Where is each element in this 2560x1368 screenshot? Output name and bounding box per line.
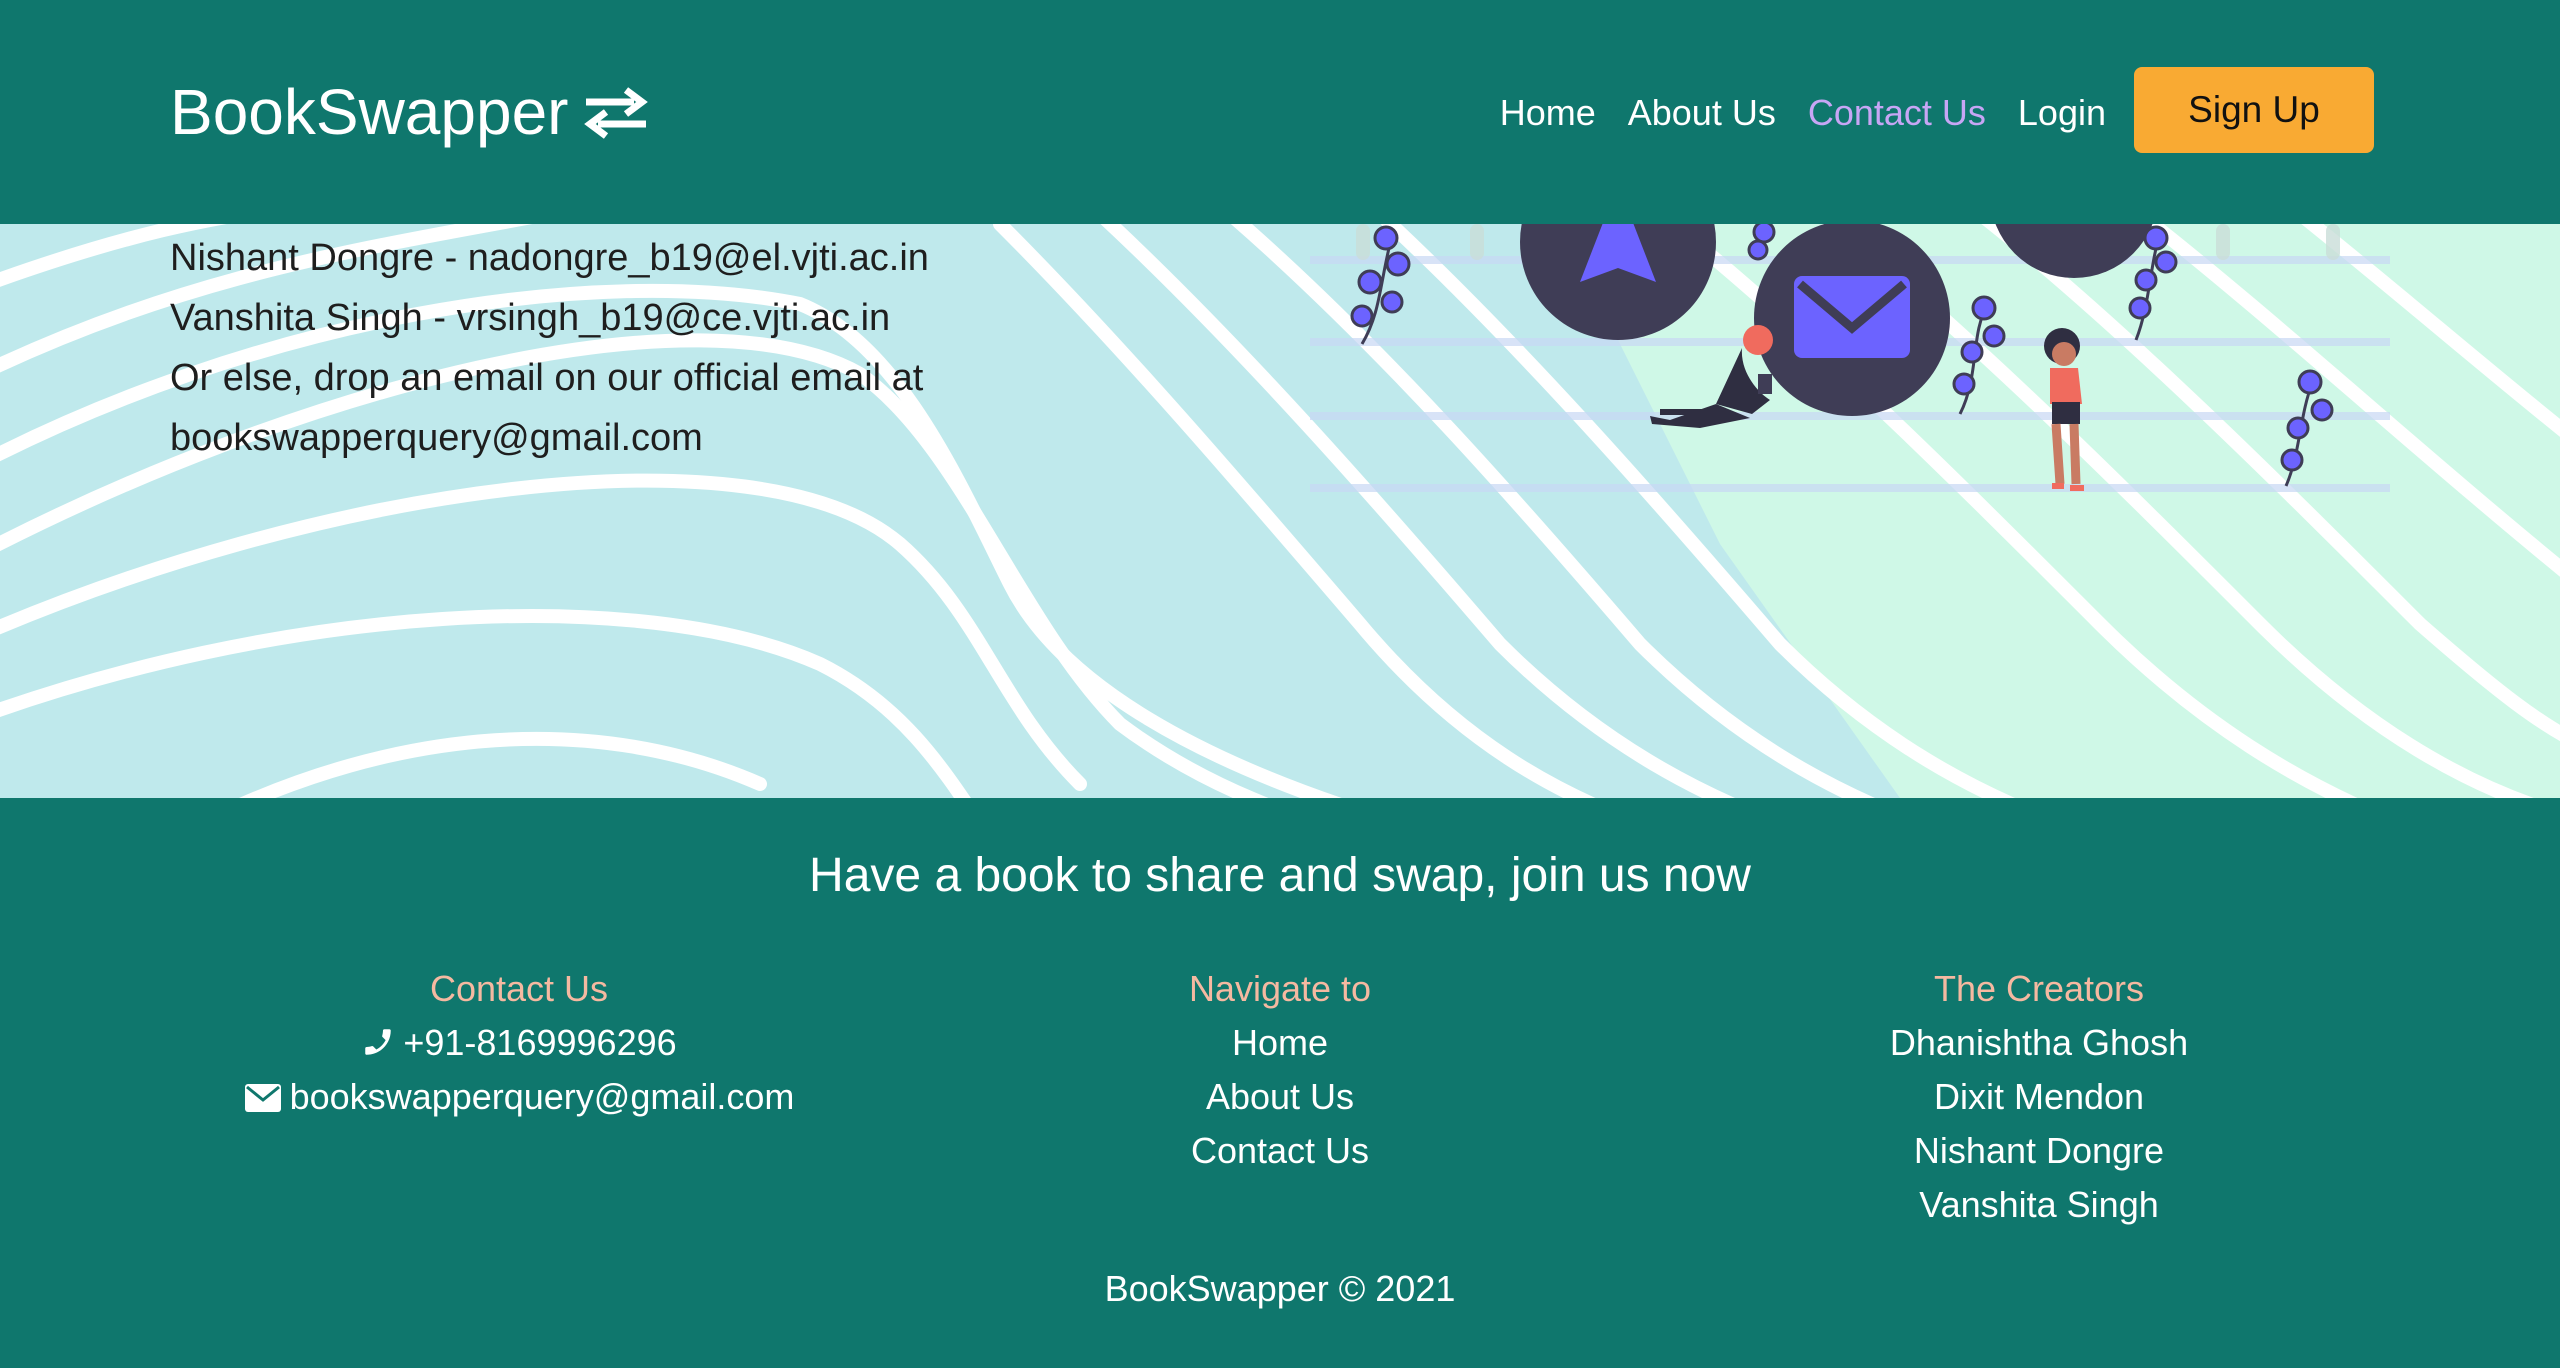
nav-link-contact[interactable]: Contact Us bbox=[1808, 92, 1986, 134]
signup-button[interactable]: Sign Up bbox=[2134, 67, 2374, 153]
copyright: BookSwapper © 2021 bbox=[1104, 1268, 1456, 1309]
swap-arrows-icon bbox=[584, 87, 649, 139]
brand-logo[interactable]: BookSwapper bbox=[170, 72, 650, 152]
contact-line-nishant: Nishant Dongre - nadongre_b19@el.vjti.ac… bbox=[170, 237, 929, 279]
navbar: BookSwapper Home About Us Contact Us Log… bbox=[0, 0, 2560, 224]
footer-phone[interactable]: +91-8169996296 bbox=[199, 1016, 839, 1070]
footer-contact-column: Contact Us +91-8169996296 bookswapperque… bbox=[199, 962, 839, 1124]
creator-name: Nishant Dongre bbox=[1913, 1130, 2165, 1171]
contact-line-vanshita: Vanshita Singh - vrsingh_b19@ce.vjti.ac.… bbox=[170, 297, 891, 339]
footer-creators-title: The Creators bbox=[1933, 968, 2145, 1009]
footer-creators-column: The Creators Dhanishtha Ghosh Dixit Mend… bbox=[1719, 962, 2359, 1232]
contact-line-drop-email: Or else, drop an email on our official e… bbox=[170, 357, 924, 399]
footer-link-about[interactable]: About Us bbox=[960, 1070, 1600, 1124]
nav-link-home[interactable]: Home bbox=[1500, 92, 1596, 134]
nav-links: Home About Us Contact Us Login bbox=[1468, 78, 2106, 148]
footer-navigate-column: Navigate to Home About Us Contact Us bbox=[960, 962, 1600, 1178]
creator-name: Dhanishtha Ghosh bbox=[1889, 1022, 2189, 1063]
footer-link-contact[interactable]: Contact Us bbox=[960, 1124, 1600, 1178]
footer-link-home[interactable]: Home bbox=[960, 1016, 1600, 1070]
nav-link-login[interactable]: Login bbox=[2018, 92, 2106, 134]
creator-name: Dixit Mendon bbox=[1933, 1076, 2145, 1117]
phone-icon bbox=[365, 1029, 392, 1055]
contact-hero: Nishant Dongre - nadongre_b19@el.vjti.ac… bbox=[0, 224, 2560, 798]
footer-email-text: bookswapperquery@gmail.com bbox=[289, 1076, 795, 1117]
contact-line-official-email: bookswapperquery@gmail.com bbox=[170, 417, 703, 459]
envelope-icon bbox=[244, 1084, 281, 1112]
footer-phone-text: +91-8169996296 bbox=[403, 1022, 677, 1063]
footer-navigate-title: Navigate to bbox=[1188, 968, 1372, 1009]
creator-name: Vanshita Singh bbox=[1919, 1184, 2159, 1225]
footer-cta: Have a book to share and swap, join us n… bbox=[809, 849, 1751, 902]
nav-link-about[interactable]: About Us bbox=[1628, 92, 1776, 134]
footer: Have a book to share and swap, join us n… bbox=[0, 798, 2560, 1368]
footer-contact-title: Contact Us bbox=[429, 968, 609, 1009]
footer-email[interactable]: bookswapperquery@gmail.com bbox=[199, 1070, 839, 1124]
contact-info: Nishant Dongre - nadongre_b19@el.vjti.ac… bbox=[170, 228, 1070, 468]
brand-name: BookSwapper bbox=[170, 76, 569, 148]
